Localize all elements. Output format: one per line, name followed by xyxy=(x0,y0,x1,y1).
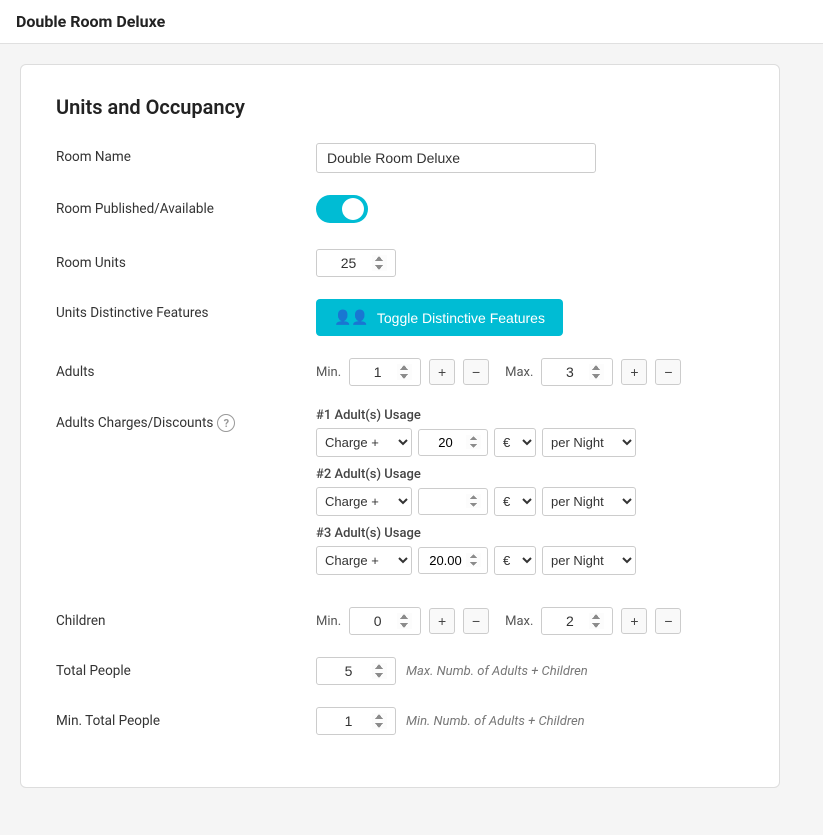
adults-charges-row: Adults Charges/Discounts ? #1 Adult(s) U… xyxy=(56,408,744,585)
room-units-control xyxy=(316,249,744,277)
children-max-minus-btn[interactable]: − xyxy=(655,608,681,634)
adult-1-period-select[interactable]: per Night per Stay per Person xyxy=(542,428,636,457)
units-occupancy-card: Units and Occupancy Room Name Room Publi… xyxy=(20,64,780,788)
total-people-input[interactable] xyxy=(316,657,396,685)
units-distinctive-row: Units Distinctive Features 👤👤 Toggle Dis… xyxy=(56,299,744,336)
page-header: Double Room Deluxe xyxy=(0,0,823,44)
adult-3-currency-select[interactable]: € $ £ xyxy=(494,546,536,575)
children-control: Min. + − Max. + − xyxy=(316,607,744,635)
adult-1-currency-select[interactable]: € $ £ xyxy=(494,428,536,457)
adult-usage-2-label: #2 Adult(s) Usage xyxy=(316,467,744,482)
room-units-input[interactable] xyxy=(316,249,396,277)
adults-charges-control: #1 Adult(s) Usage Charge + Charge - Disc… xyxy=(316,408,744,585)
total-people-row: Total People Max. Numb. of Adults + Chil… xyxy=(56,657,744,685)
page-title: Double Room Deluxe xyxy=(16,12,807,31)
adult-2-amount-input[interactable] xyxy=(418,488,488,515)
children-min-minus-btn[interactable]: − xyxy=(463,608,489,634)
adult-usage-3-charge-row: Charge + Charge - Discount % € $ £ per N… xyxy=(316,546,744,575)
children-max-input[interactable] xyxy=(541,607,613,635)
adults-max-input[interactable] xyxy=(541,358,613,386)
adults-max-plus-btn[interactable]: + xyxy=(621,359,647,385)
adults-max-label: Max. xyxy=(505,365,533,380)
adult-3-period-select[interactable]: per Night per Stay per Person xyxy=(542,546,636,575)
adults-control: Min. + − Max. + − xyxy=(316,358,744,386)
adult-1-charge-select[interactable]: Charge + Charge - Discount % xyxy=(316,428,412,457)
adults-label: Adults xyxy=(56,358,316,380)
children-min-input[interactable] xyxy=(349,607,421,635)
children-min-label: Min. xyxy=(316,614,341,629)
room-name-label: Room Name xyxy=(56,143,316,165)
room-published-control xyxy=(316,195,744,227)
units-distinctive-control: 👤👤 Toggle Distinctive Features xyxy=(316,299,744,336)
adults-min-input[interactable] xyxy=(349,358,421,386)
adult-3-charge-select[interactable]: Charge + Charge - Discount % xyxy=(316,546,412,575)
total-people-control: Max. Numb. of Adults + Children xyxy=(316,657,744,685)
room-units-label: Room Units xyxy=(56,249,316,271)
adult-usage-1-group: #1 Adult(s) Usage Charge + Charge - Disc… xyxy=(316,408,744,457)
room-units-row: Room Units xyxy=(56,249,744,277)
adults-min-minus-btn[interactable]: − xyxy=(463,359,489,385)
toggle-slider xyxy=(316,195,368,223)
card-title: Units and Occupancy xyxy=(56,95,744,119)
adults-charges-label: Adults Charges/Discounts xyxy=(56,415,213,431)
min-total-people-control: Min. Numb. of Adults + Children xyxy=(316,707,744,735)
min-total-people-helper: Min. Numb. of Adults + Children xyxy=(406,714,585,729)
adult-2-currency-select[interactable]: € $ £ xyxy=(494,487,536,516)
adult-usage-1-label: #1 Adult(s) Usage xyxy=(316,408,744,423)
adults-min-plus-btn[interactable]: + xyxy=(429,359,455,385)
children-row: Children Min. + − Max. + − xyxy=(56,607,744,635)
toggle-distinctive-label: Toggle Distinctive Features xyxy=(377,310,545,326)
adult-usage-2-charge-row: Charge + Charge - Discount % € $ £ per N… xyxy=(316,487,744,516)
room-name-input[interactable] xyxy=(316,143,596,173)
adults-min-label: Min. xyxy=(316,365,341,380)
min-total-people-row: Min. Total People Min. Numb. of Adults +… xyxy=(56,707,744,735)
adults-row: Adults Min. + − Max. + − xyxy=(56,358,744,386)
children-minmax-row: Min. + − Max. + − xyxy=(316,607,744,635)
adult-1-amount-input[interactable] xyxy=(418,429,488,456)
adult-usage-3-label: #3 Adult(s) Usage xyxy=(316,526,744,541)
total-people-helper: Max. Numb. of Adults + Children xyxy=(406,664,588,679)
min-total-people-label: Min. Total People xyxy=(56,707,316,729)
adults-charges-label-area: Adults Charges/Discounts ? xyxy=(56,408,316,432)
page-content: Units and Occupancy Room Name Room Publi… xyxy=(0,44,823,808)
people-icon: 👤👤 xyxy=(334,309,369,326)
adult-3-amount-input[interactable] xyxy=(418,547,488,574)
adult-2-charge-select[interactable]: Charge + Charge - Discount % xyxy=(316,487,412,516)
room-name-control xyxy=(316,143,744,173)
children-label: Children xyxy=(56,607,316,629)
total-people-label: Total People xyxy=(56,657,316,679)
adults-minmax-row: Min. + − Max. + − xyxy=(316,358,744,386)
adult-usage-2-group: #2 Adult(s) Usage Charge + Charge - Disc… xyxy=(316,467,744,516)
adult-2-period-select[interactable]: per Night per Stay per Person xyxy=(542,487,636,516)
children-max-label: Max. xyxy=(505,614,533,629)
room-name-row: Room Name xyxy=(56,143,744,173)
adult-usage-1-charge-row: Charge + Charge - Discount % € $ £ per N… xyxy=(316,428,744,457)
published-toggle[interactable] xyxy=(316,195,368,223)
adults-charges-info-icon[interactable]: ? xyxy=(217,414,235,432)
adult-usage-3-group: #3 Adult(s) Usage Charge + Charge - Disc… xyxy=(316,526,744,575)
units-distinctive-label: Units Distinctive Features xyxy=(56,299,316,321)
min-total-people-input[interactable] xyxy=(316,707,396,735)
children-max-plus-btn[interactable]: + xyxy=(621,608,647,634)
children-min-plus-btn[interactable]: + xyxy=(429,608,455,634)
adults-max-minus-btn[interactable]: − xyxy=(655,359,681,385)
toggle-distinctive-button[interactable]: 👤👤 Toggle Distinctive Features xyxy=(316,299,563,336)
room-published-label: Room Published/Available xyxy=(56,195,316,217)
room-published-row: Room Published/Available xyxy=(56,195,744,227)
